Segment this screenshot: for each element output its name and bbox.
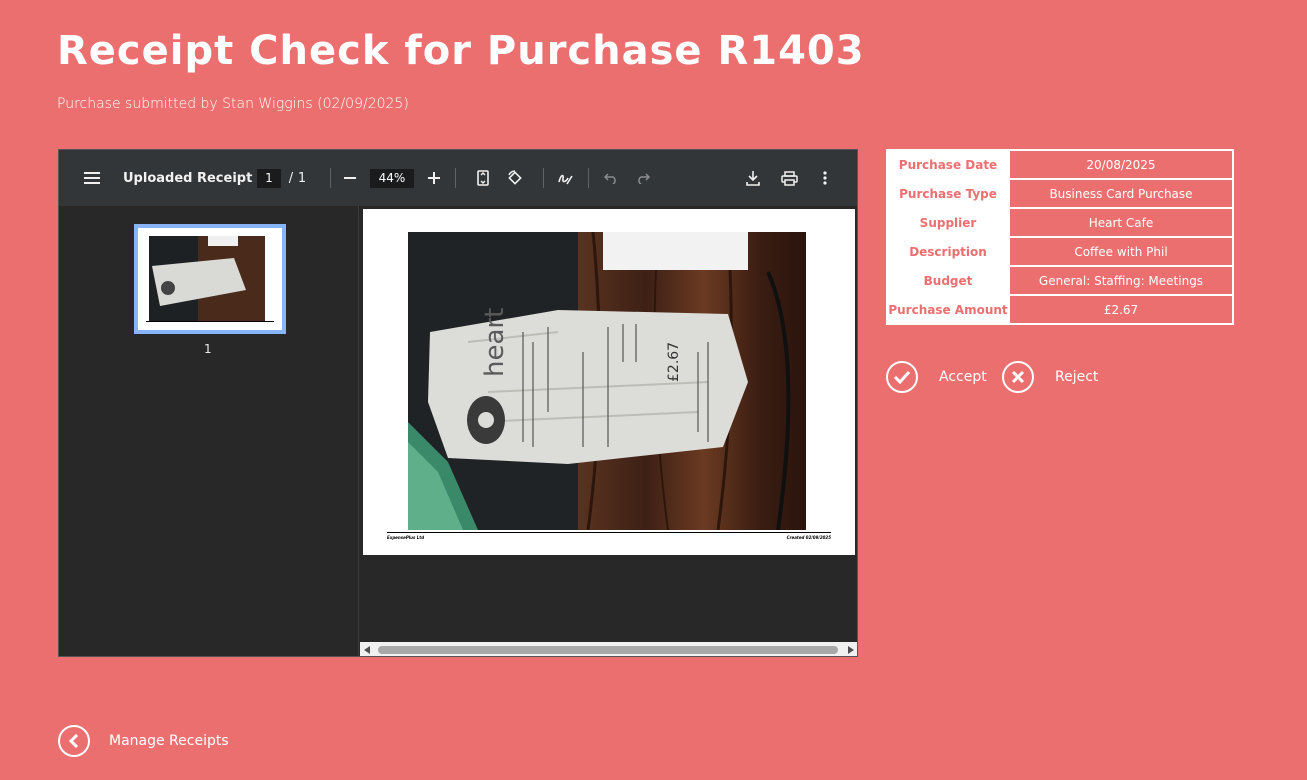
detail-value: General: Staffing: Meetings xyxy=(1008,265,1234,296)
page-footer-rule xyxy=(387,532,831,533)
zoom-in-icon[interactable] xyxy=(425,150,443,206)
toolbar-divider xyxy=(543,168,544,188)
rotate-icon[interactable] xyxy=(505,150,525,206)
viewer-title: Uploaded Receipt xyxy=(123,170,253,186)
purchase-details-table: Purchase Date 20/08/2025 Purchase Type B… xyxy=(886,149,1234,325)
detail-label: Purchase Date xyxy=(886,149,1010,180)
table-row: Purchase Type Business Card Purchase xyxy=(886,178,1234,209)
toolbar-divider xyxy=(455,168,456,188)
table-row: Description Coffee with Phil xyxy=(886,236,1234,267)
detail-value: 20/08/2025 xyxy=(1008,149,1234,180)
page-footer-left: ExpensePlus Ltd xyxy=(387,535,425,540)
page-title: Receipt Check for Purchase R1403 xyxy=(57,28,865,74)
zoom-input[interactable]: 44% xyxy=(370,169,414,188)
page-number-input[interactable]: 1 xyxy=(257,169,281,188)
receipt-photo: heart £2.67 xyxy=(408,232,806,530)
detail-label: Description xyxy=(886,236,1010,267)
page-thumbnail[interactable] xyxy=(134,224,286,334)
receipt-total-text: £2.67 xyxy=(666,342,682,382)
reject-label[interactable]: Reject xyxy=(1055,369,1098,385)
detail-label: Purchase Amount xyxy=(886,294,1010,325)
redo-icon[interactable] xyxy=(633,150,653,206)
accept-button[interactable]: Accept xyxy=(886,360,987,394)
detail-label: Budget xyxy=(886,265,1010,296)
pdf-viewer: Uploaded Receipt 1 / 1 44% 1 heart £2.67… xyxy=(58,149,858,657)
menu-icon[interactable] xyxy=(81,150,103,206)
download-icon[interactable] xyxy=(743,150,763,206)
scroll-right-icon[interactable] xyxy=(848,646,854,654)
detail-value: £2.67 xyxy=(1008,294,1234,325)
chevron-left-icon[interactable] xyxy=(58,725,90,757)
table-row: Purchase Date 20/08/2025 xyxy=(886,149,1234,180)
submission-info: Purchase submitted by Stan Wiggins (02/0… xyxy=(57,96,409,112)
detail-label: Purchase Type xyxy=(886,178,1010,209)
detail-value: Heart Cafe xyxy=(1008,207,1234,238)
fit-page-icon[interactable] xyxy=(473,150,493,206)
check-icon[interactable] xyxy=(886,361,918,393)
document-canvas: heart £2.67 ExpensePlus Ltd Created 02/0… xyxy=(360,206,857,656)
page-footer-right: Created 02/09/2025 xyxy=(786,535,831,540)
manage-receipts-label[interactable]: Manage Receipts xyxy=(109,733,229,749)
total-pages: 1 xyxy=(297,170,307,186)
detail-value: Coffee with Phil xyxy=(1008,236,1234,267)
detail-label: Supplier xyxy=(886,207,1010,238)
table-row: Purchase Amount £2.67 xyxy=(886,294,1234,325)
reject-button[interactable]: Reject xyxy=(1002,360,1098,394)
annotate-icon[interactable] xyxy=(555,150,575,206)
scroll-left-icon[interactable] xyxy=(364,646,370,654)
toolbar-divider xyxy=(588,168,589,188)
horizontal-scrollbar[interactable] xyxy=(360,642,857,656)
scrollbar-thumb[interactable] xyxy=(378,646,838,654)
accept-label[interactable]: Accept xyxy=(939,369,987,385)
zoom-out-icon[interactable] xyxy=(341,150,359,206)
page-separator: / xyxy=(288,170,294,186)
table-row: Budget General: Staffing: Meetings xyxy=(886,265,1234,296)
thumbnail-sidebar: 1 xyxy=(59,206,359,656)
receipt-brand-text: heart xyxy=(480,308,510,377)
more-vert-icon[interactable] xyxy=(815,150,835,206)
detail-value: Business Card Purchase xyxy=(1008,178,1234,209)
pdf-page: heart £2.67 ExpensePlus Ltd Created 02/0… xyxy=(363,209,855,555)
table-row: Supplier Heart Cafe xyxy=(886,207,1234,238)
print-icon[interactable] xyxy=(779,150,799,206)
pdf-toolbar: Uploaded Receipt 1 / 1 44% xyxy=(59,150,857,206)
thumbnail-page-number: 1 xyxy=(204,342,212,356)
manage-receipts-link[interactable]: Manage Receipts xyxy=(58,725,229,757)
close-icon[interactable] xyxy=(1002,361,1034,393)
undo-icon[interactable] xyxy=(601,150,621,206)
toolbar-divider xyxy=(330,168,331,188)
